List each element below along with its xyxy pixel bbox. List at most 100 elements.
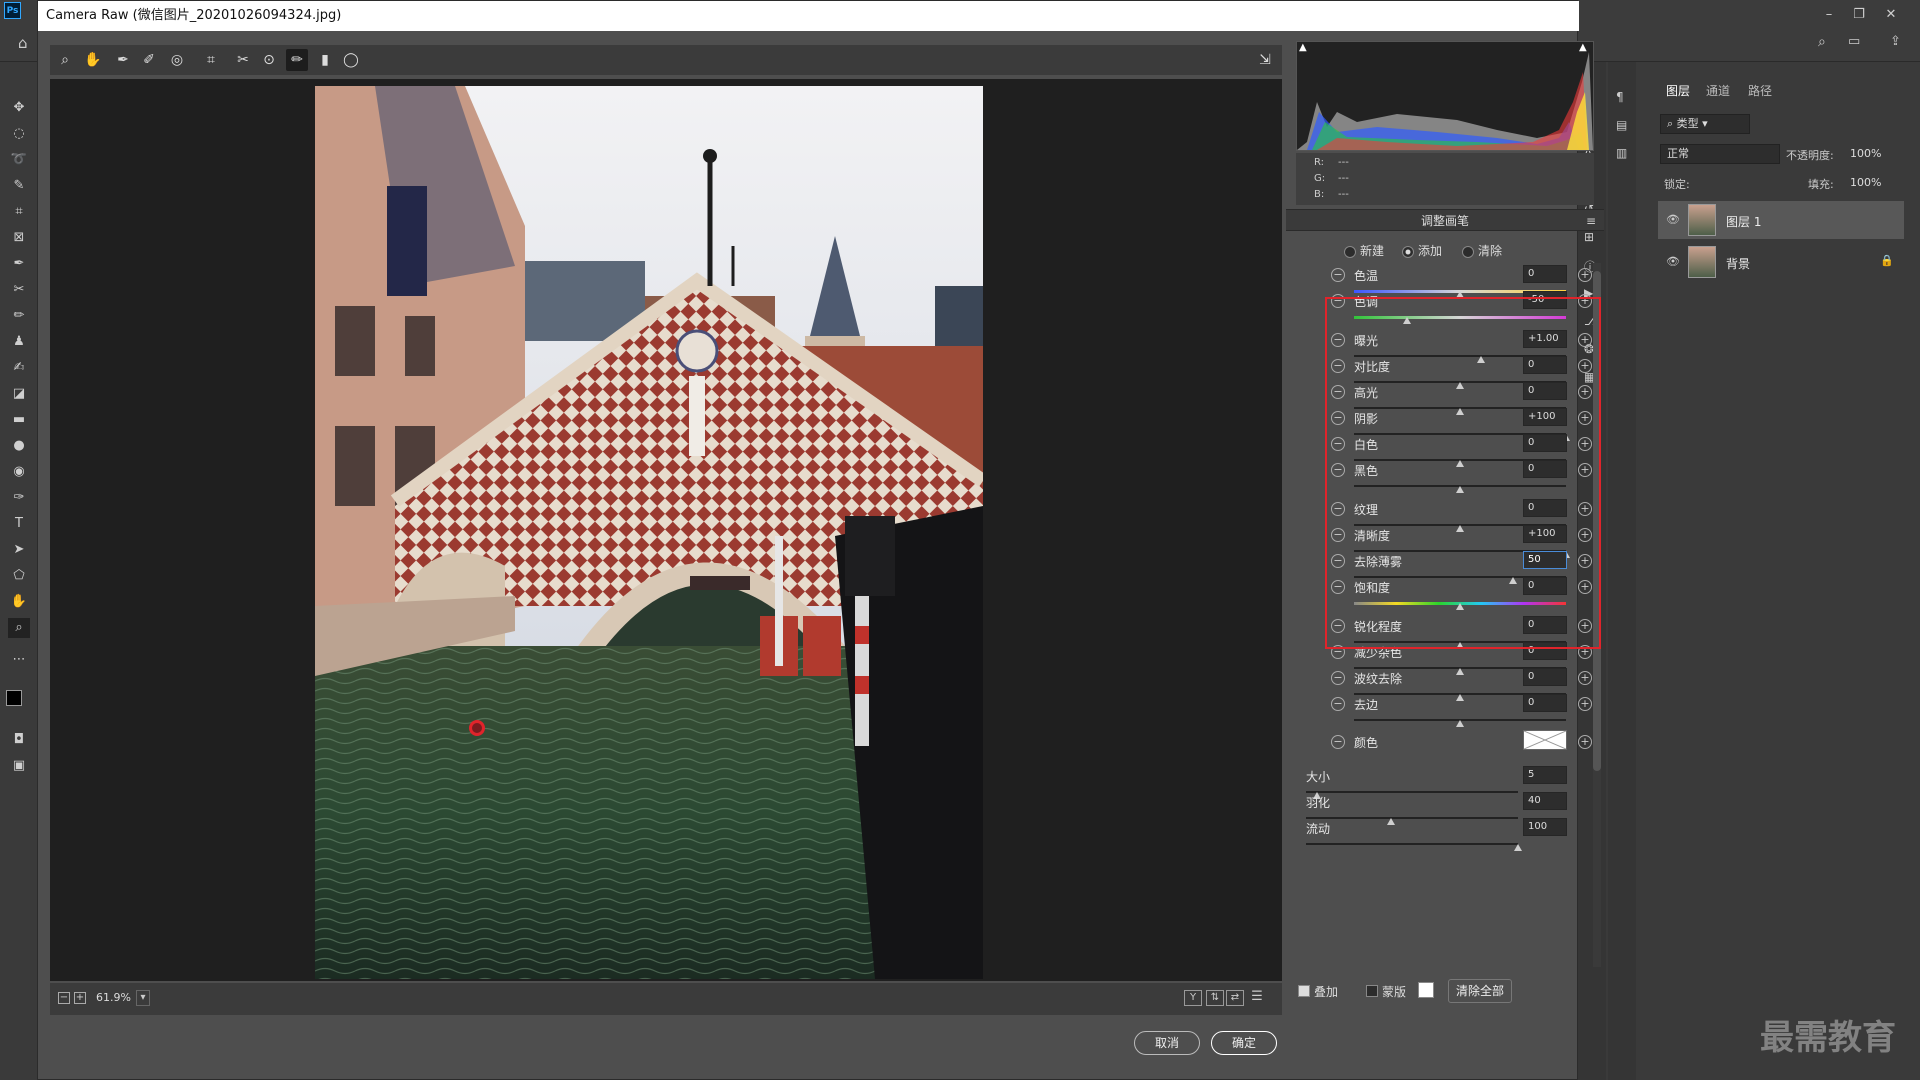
healing-brush-icon[interactable]: ✂ bbox=[8, 280, 30, 300]
minimize-icon[interactable]: – bbox=[1822, 8, 1836, 22]
hand-icon[interactable]: ✋ bbox=[82, 49, 104, 71]
frame-tool-icon[interactable]: ⊠ bbox=[8, 228, 30, 248]
restore-icon[interactable]: ❐ bbox=[1852, 8, 1866, 22]
fill-value[interactable]: 100% bbox=[1850, 176, 1881, 189]
quick-select-icon[interactable]: ✎ bbox=[8, 176, 30, 196]
minus-icon[interactable]: − bbox=[1331, 735, 1345, 749]
stamp-tool-icon[interactable]: ♟ bbox=[8, 332, 30, 352]
slider-row[interactable]: − 颜色 + bbox=[1286, 730, 1604, 762]
swap-icon[interactable]: ⇅ bbox=[1206, 990, 1224, 1006]
targeted-adjustment-icon[interactable]: ◎ bbox=[166, 49, 188, 71]
plus-icon[interactable]: + bbox=[1578, 735, 1592, 749]
white-balance-icon[interactable]: ✒ bbox=[112, 49, 134, 71]
highlight-clipping-icon[interactable]: ▲ bbox=[1579, 42, 1587, 53]
share-icon[interactable]: ⇪ bbox=[1890, 34, 1901, 49]
slider-thumb[interactable] bbox=[1514, 844, 1522, 851]
eraser-icon[interactable]: ◪ bbox=[8, 384, 30, 404]
search-icon[interactable]: ⌕ bbox=[1818, 34, 1826, 50]
more-tools-icon[interactable]: ⋯ bbox=[8, 650, 30, 670]
eye-icon[interactable]: 👁 bbox=[1666, 255, 1680, 268]
overlay-checkbox[interactable] bbox=[1298, 985, 1310, 997]
quick-mask-icon[interactable]: ◘ bbox=[8, 730, 30, 750]
minus-icon[interactable]: − bbox=[1331, 671, 1345, 685]
crop-icon[interactable]: ⌗ bbox=[200, 49, 222, 71]
spot-removal-icon[interactable]: ✂ bbox=[232, 49, 254, 71]
zoom-out-icon[interactable]: − bbox=[58, 992, 70, 1004]
slider-thumb[interactable] bbox=[1456, 720, 1464, 727]
fullscreen-icon[interactable]: ⇲ bbox=[1254, 49, 1276, 71]
zoom-tool-icon[interactable]: ⌕ bbox=[8, 618, 30, 638]
tab-channels[interactable]: 通道 bbox=[1706, 82, 1730, 99]
blur-tool-icon[interactable]: ● bbox=[8, 436, 30, 456]
close-icon[interactable]: ✕ bbox=[1884, 8, 1898, 22]
paragraph-icon[interactable]: ¶ bbox=[1616, 90, 1624, 104]
hand-tool-icon[interactable]: ✋ bbox=[8, 592, 30, 612]
properties-icon[interactable]: ▤ bbox=[1616, 118, 1627, 132]
zoom-icon[interactable]: ⌕ bbox=[54, 49, 76, 71]
copy-settings-icon[interactable]: ⇄ bbox=[1226, 990, 1244, 1006]
lasso-tool-icon[interactable]: ➰ bbox=[8, 150, 30, 170]
marquee-tool-icon[interactable]: ◌ bbox=[8, 124, 30, 144]
slider-value-field[interactable]: 0 bbox=[1523, 265, 1567, 283]
history-brush-icon[interactable]: ✍ bbox=[8, 358, 30, 378]
zoom-in-icon[interactable]: + bbox=[74, 992, 86, 1004]
eyedropper-icon[interactable]: ✒ bbox=[8, 254, 30, 274]
path-select-icon[interactable]: ➤ bbox=[8, 540, 30, 560]
zoom-level[interactable]: 61.9% bbox=[96, 991, 131, 1004]
slider-value-field[interactable]: 0 bbox=[1523, 694, 1567, 712]
type-tool-icon[interactable]: T bbox=[8, 514, 30, 534]
mask-color-swatch[interactable] bbox=[1418, 982, 1434, 998]
shape-tool-icon[interactable]: ⬠ bbox=[8, 566, 30, 586]
blend-mode-select[interactable]: 正常 bbox=[1660, 144, 1780, 164]
red-eye-icon[interactable]: ⊙ bbox=[258, 49, 280, 71]
move-tool-icon[interactable]: ✥ bbox=[8, 98, 30, 118]
brush-tool-icon[interactable]: ✏ bbox=[8, 306, 30, 326]
chevron-down-icon[interactable]: ▾ bbox=[136, 990, 150, 1006]
slider-value-field[interactable]: 5 bbox=[1523, 766, 1567, 784]
clear-all-button[interactable]: 清除全部 bbox=[1448, 979, 1512, 1003]
layer-row[interactable]: 👁 图层 1 bbox=[1658, 201, 1904, 239]
minus-icon[interactable]: − bbox=[1331, 268, 1345, 282]
slider-row[interactable]: −流动100 bbox=[1286, 816, 1604, 851]
screen-mode-icon[interactable]: ▣ bbox=[8, 756, 30, 776]
slider-value-field[interactable]: 0 bbox=[1523, 668, 1567, 686]
crop-tool-icon[interactable]: ⌗ bbox=[8, 202, 30, 222]
shadow-clipping-icon[interactable]: ▲ bbox=[1299, 42, 1307, 53]
radial-filter-icon[interactable]: ◯ bbox=[340, 49, 362, 71]
adjustment-brush-icon[interactable]: ✏ bbox=[286, 49, 308, 71]
plus-icon[interactable]: + bbox=[1578, 268, 1592, 282]
pen-tool-icon[interactable]: ✑ bbox=[8, 488, 30, 508]
minus-icon[interactable]: − bbox=[1331, 697, 1345, 711]
layer-row[interactable]: 👁 背景 🔒 bbox=[1658, 243, 1904, 281]
panel-menu-icon[interactable]: ≡ bbox=[1586, 210, 1596, 232]
color-sampler-icon[interactable]: ✐ bbox=[138, 49, 160, 71]
home-icon[interactable]: ⌂ bbox=[18, 34, 28, 52]
graduated-filter-icon[interactable]: ▮ bbox=[314, 49, 336, 71]
before-after-icon[interactable]: Y bbox=[1184, 990, 1202, 1006]
slider-track[interactable] bbox=[1306, 843, 1518, 845]
plus-icon[interactable]: + bbox=[1578, 697, 1592, 711]
dodge-tool-icon[interactable]: ◉ bbox=[8, 462, 30, 482]
ok-button[interactable]: 确定 bbox=[1211, 1031, 1277, 1055]
notes-icon[interactable]: ▥ bbox=[1616, 146, 1627, 160]
preferences-icon[interactable]: ☰ bbox=[1248, 990, 1266, 1006]
slider-row[interactable]: − 去边 0 + bbox=[1286, 692, 1604, 727]
mode-erase-radio[interactable]: 清除 bbox=[1462, 242, 1502, 259]
plus-icon[interactable]: + bbox=[1578, 671, 1592, 685]
gradient-icon[interactable]: ▬ bbox=[8, 410, 30, 430]
layer-filter-select[interactable]: ⌕ 类型 ▾ bbox=[1660, 114, 1750, 134]
preview-photo[interactable] bbox=[315, 86, 983, 979]
slider-value-field[interactable]: 40 bbox=[1523, 792, 1567, 810]
mode-new-radio[interactable]: 新建 bbox=[1344, 242, 1384, 259]
foreground-color-swatch[interactable] bbox=[6, 690, 22, 706]
tab-paths[interactable]: 路径 bbox=[1748, 82, 1772, 99]
libraries-icon[interactable]: ⊞ bbox=[1584, 230, 1594, 244]
slider-value-field[interactable]: 100 bbox=[1523, 818, 1567, 836]
eye-icon[interactable]: 👁 bbox=[1666, 213, 1680, 226]
color-swatch[interactable] bbox=[1523, 730, 1567, 750]
opacity-value[interactable]: 100% bbox=[1850, 147, 1881, 160]
workspace-icon[interactable]: ▭ bbox=[1848, 34, 1860, 49]
brush-pin[interactable] bbox=[469, 720, 485, 736]
mask-checkbox[interactable] bbox=[1366, 985, 1378, 997]
cancel-button[interactable]: 取消 bbox=[1134, 1031, 1200, 1055]
